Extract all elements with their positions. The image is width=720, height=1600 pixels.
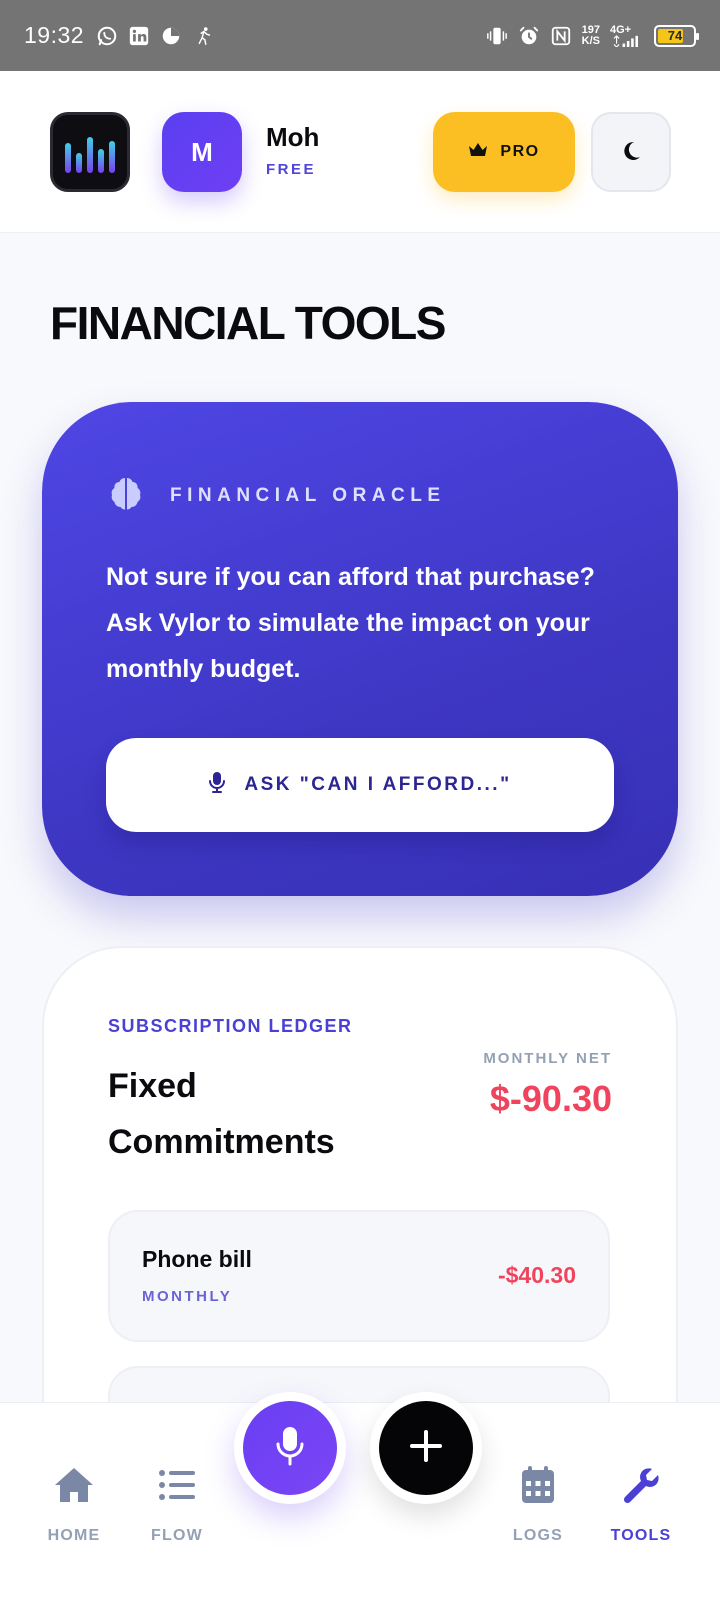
oracle-description: Not sure if you can afford that purchase…: [106, 563, 595, 683]
financial-oracle-card: FINANCIAL ORACLE Not sure if you can aff…: [42, 402, 678, 896]
nav-tools-label: TOOLS: [610, 1527, 672, 1544]
nav-logs[interactable]: LOGS: [488, 1463, 588, 1545]
network-speed-unit: K/S: [581, 34, 600, 47]
add-entry-button[interactable]: [370, 1392, 482, 1504]
status-time: 19:32: [24, 22, 85, 48]
ask-afford-button[interactable]: ASK "CAN I AFFORD...": [106, 738, 614, 832]
subscription-name: Phone bill: [142, 1246, 252, 1272]
subscription-frequency: MONTHLY: [142, 1288, 233, 1305]
voice-input-button-inner: [243, 1401, 337, 1495]
whatsapp-icon: [96, 25, 118, 47]
ledger-title: Fixed Commitments: [108, 1067, 335, 1161]
pro-button-label: PRO: [500, 143, 540, 160]
theme-toggle-button[interactable]: [591, 112, 671, 192]
nav-tools[interactable]: TOOLS: [591, 1463, 691, 1545]
page-title: FINANCIAL TOOLS: [50, 297, 446, 349]
monthly-net-value: $-90.30: [489, 1078, 612, 1119]
home-icon: [52, 1463, 96, 1507]
wrench-icon: [619, 1463, 663, 1507]
nav-flow-label: FLOW: [151, 1527, 203, 1544]
subscription-amount: -$40.30: [497, 1262, 576, 1288]
user-plan: FREE: [266, 161, 317, 178]
network-speed-value: 197: [581, 23, 600, 36]
avatar[interactable]: M: [162, 112, 242, 192]
nav-logs-label: LOGS: [512, 1527, 564, 1544]
plus-icon: [409, 1429, 443, 1468]
voice-input-button[interactable]: [234, 1392, 346, 1504]
brain-icon: [106, 473, 146, 518]
alarm-icon: [518, 25, 540, 47]
nav-home[interactable]: HOME: [24, 1463, 124, 1545]
battery-level: 74: [667, 28, 683, 43]
monthly-net-label: MONTHLY NET: [483, 1050, 612, 1067]
logo-bar: [98, 149, 104, 173]
logo-bar: [76, 153, 82, 173]
nav-home-label: HOME: [47, 1527, 101, 1544]
nav-flow[interactable]: FLOW: [127, 1463, 227, 1545]
nfc-icon: [550, 25, 572, 47]
ask-afford-label: ASK "CAN I AFFORD...": [244, 774, 512, 795]
vibrate-icon: [486, 25, 508, 47]
user-name: Moh: [266, 122, 320, 152]
moon-icon: [619, 139, 643, 166]
add-entry-button-inner: [379, 1401, 473, 1495]
battery-icon: 74: [654, 24, 699, 47]
app-header: M Moh FREE PRO: [0, 71, 720, 233]
pro-button[interactable]: PRO: [433, 112, 575, 192]
pie-icon: [160, 25, 182, 47]
subscription-item[interactable]: Phone bill MONTHLY -$40.30: [108, 1210, 610, 1342]
signal-icon: 4G+: [610, 23, 644, 47]
app-logo[interactable]: [50, 112, 130, 192]
logo-bar: [65, 143, 71, 173]
calendar-icon: [516, 1463, 560, 1507]
bottom-navigation: HOME FLOW LOGS TOOLS: [0, 1402, 720, 1600]
microphone-icon: [275, 1426, 305, 1471]
ledger-kicker: SUBSCRIPTION LEDGER: [108, 1016, 353, 1036]
linkedin-icon: [128, 25, 150, 47]
running-icon: [192, 25, 214, 47]
oracle-label: FINANCIAL ORACLE: [170, 484, 446, 506]
microphone-icon: [208, 771, 226, 799]
list-icon: [155, 1463, 199, 1507]
logo-bar: [87, 137, 93, 173]
crown-icon: [468, 142, 488, 163]
logo-bar: [109, 141, 115, 173]
status-bar: 19:32 197 K/S 4G+ 74: [0, 0, 720, 71]
network-speed: 197 K/S: [581, 23, 600, 47]
network-type: 4G+: [610, 23, 632, 36]
